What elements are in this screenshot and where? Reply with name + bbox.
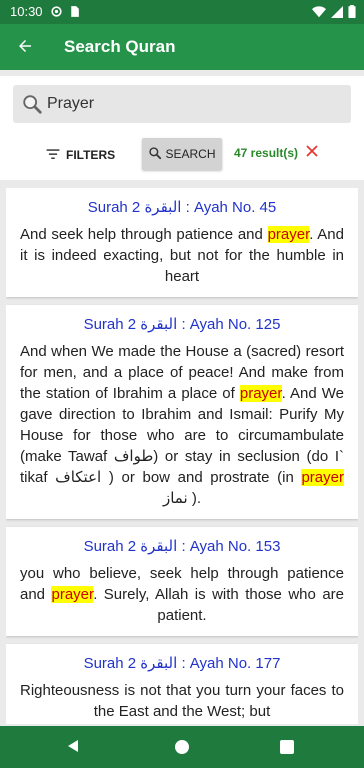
back-button[interactable] bbox=[12, 35, 38, 61]
sim-icon bbox=[69, 5, 80, 23]
ayah-text: And seek help through patience and praye… bbox=[20, 224, 344, 287]
result-card[interactable]: Surah 2 البقرة : Ayah No. 125 And when We… bbox=[6, 305, 358, 519]
ayah-text: Righteousness is not that you turn your … bbox=[20, 680, 344, 722]
page-title: Search Quran bbox=[64, 37, 176, 56]
results-count: 47 result(s) bbox=[234, 146, 299, 160]
search-button-icon bbox=[148, 146, 162, 163]
ayah-text-segment: And seek help through patience and bbox=[20, 226, 268, 243]
status-notification-icons bbox=[50, 5, 80, 23]
nav-recents-icon[interactable] bbox=[280, 740, 294, 754]
close-icon bbox=[306, 144, 318, 162]
search-icon bbox=[21, 93, 43, 120]
highlighted-match: prayer bbox=[267, 226, 310, 243]
status-system-icons bbox=[312, 5, 356, 23]
ayah-text-segment: . Surely, Allah is with those who are pa… bbox=[93, 586, 344, 624]
battery-icon bbox=[348, 5, 356, 23]
result-card[interactable]: Surah 2 البقرة : Ayah No. 45 And seek hel… bbox=[6, 188, 358, 297]
ayah-text-segment: نماز ). bbox=[162, 490, 201, 507]
ayah-text-segment: Righteousness is not that you turn your … bbox=[20, 682, 344, 720]
search-panel: FILTERS SEARCH 47 result(s) bbox=[0, 76, 364, 180]
highlighted-match: prayer bbox=[51, 586, 94, 603]
ayah-reference: Surah 2 البقرة : Ayah No. 125 bbox=[83, 316, 281, 333]
nav-home-icon[interactable] bbox=[175, 740, 189, 754]
arrow-left-icon bbox=[16, 37, 34, 60]
ayah-reference: Surah 2 البقرة : Ayah No. 177 bbox=[83, 655, 281, 672]
filters-label: FILTERS bbox=[66, 148, 116, 162]
search-button[interactable]: SEARCH bbox=[142, 138, 222, 170]
ayah-reference: Surah 2 البقرة : Ayah No. 153 bbox=[83, 538, 281, 555]
app-bar: Search Quran bbox=[0, 24, 364, 70]
search-button-label: SEARCH bbox=[165, 147, 216, 161]
status-bar: 10:30 bbox=[0, 0, 364, 24]
highlighted-match: prayer bbox=[301, 469, 344, 486]
search-input[interactable] bbox=[47, 93, 337, 115]
signal-icon bbox=[331, 5, 343, 23]
filter-icon bbox=[46, 148, 60, 163]
nav-back-icon[interactable] bbox=[66, 739, 80, 758]
highlighted-match: prayer bbox=[239, 385, 282, 402]
results-list[interactable]: Surah 2 البقرة : Ayah No. 45 And seek hel… bbox=[6, 188, 358, 724]
ayah-reference: Surah 2 البقرة : Ayah No. 45 bbox=[87, 199, 277, 216]
result-card[interactable]: Surah 2 البقرة : Ayah No. 153 you who bel… bbox=[6, 527, 358, 636]
filters-button[interactable]: FILTERS bbox=[46, 144, 115, 166]
ayah-text: you who believe, seek help through patie… bbox=[20, 563, 344, 626]
result-card[interactable]: Surah 2 البقرة : Ayah No. 177 Righteousne… bbox=[6, 644, 358, 724]
system-nav-bar bbox=[0, 726, 364, 768]
gear-icon bbox=[50, 5, 63, 23]
wifi-icon bbox=[312, 5, 326, 23]
clear-search-button[interactable] bbox=[302, 144, 322, 162]
search-box[interactable] bbox=[13, 85, 351, 123]
ayah-text: And when We made the House a (sacred) re… bbox=[20, 341, 344, 509]
status-time: 10:30 bbox=[10, 4, 43, 19]
